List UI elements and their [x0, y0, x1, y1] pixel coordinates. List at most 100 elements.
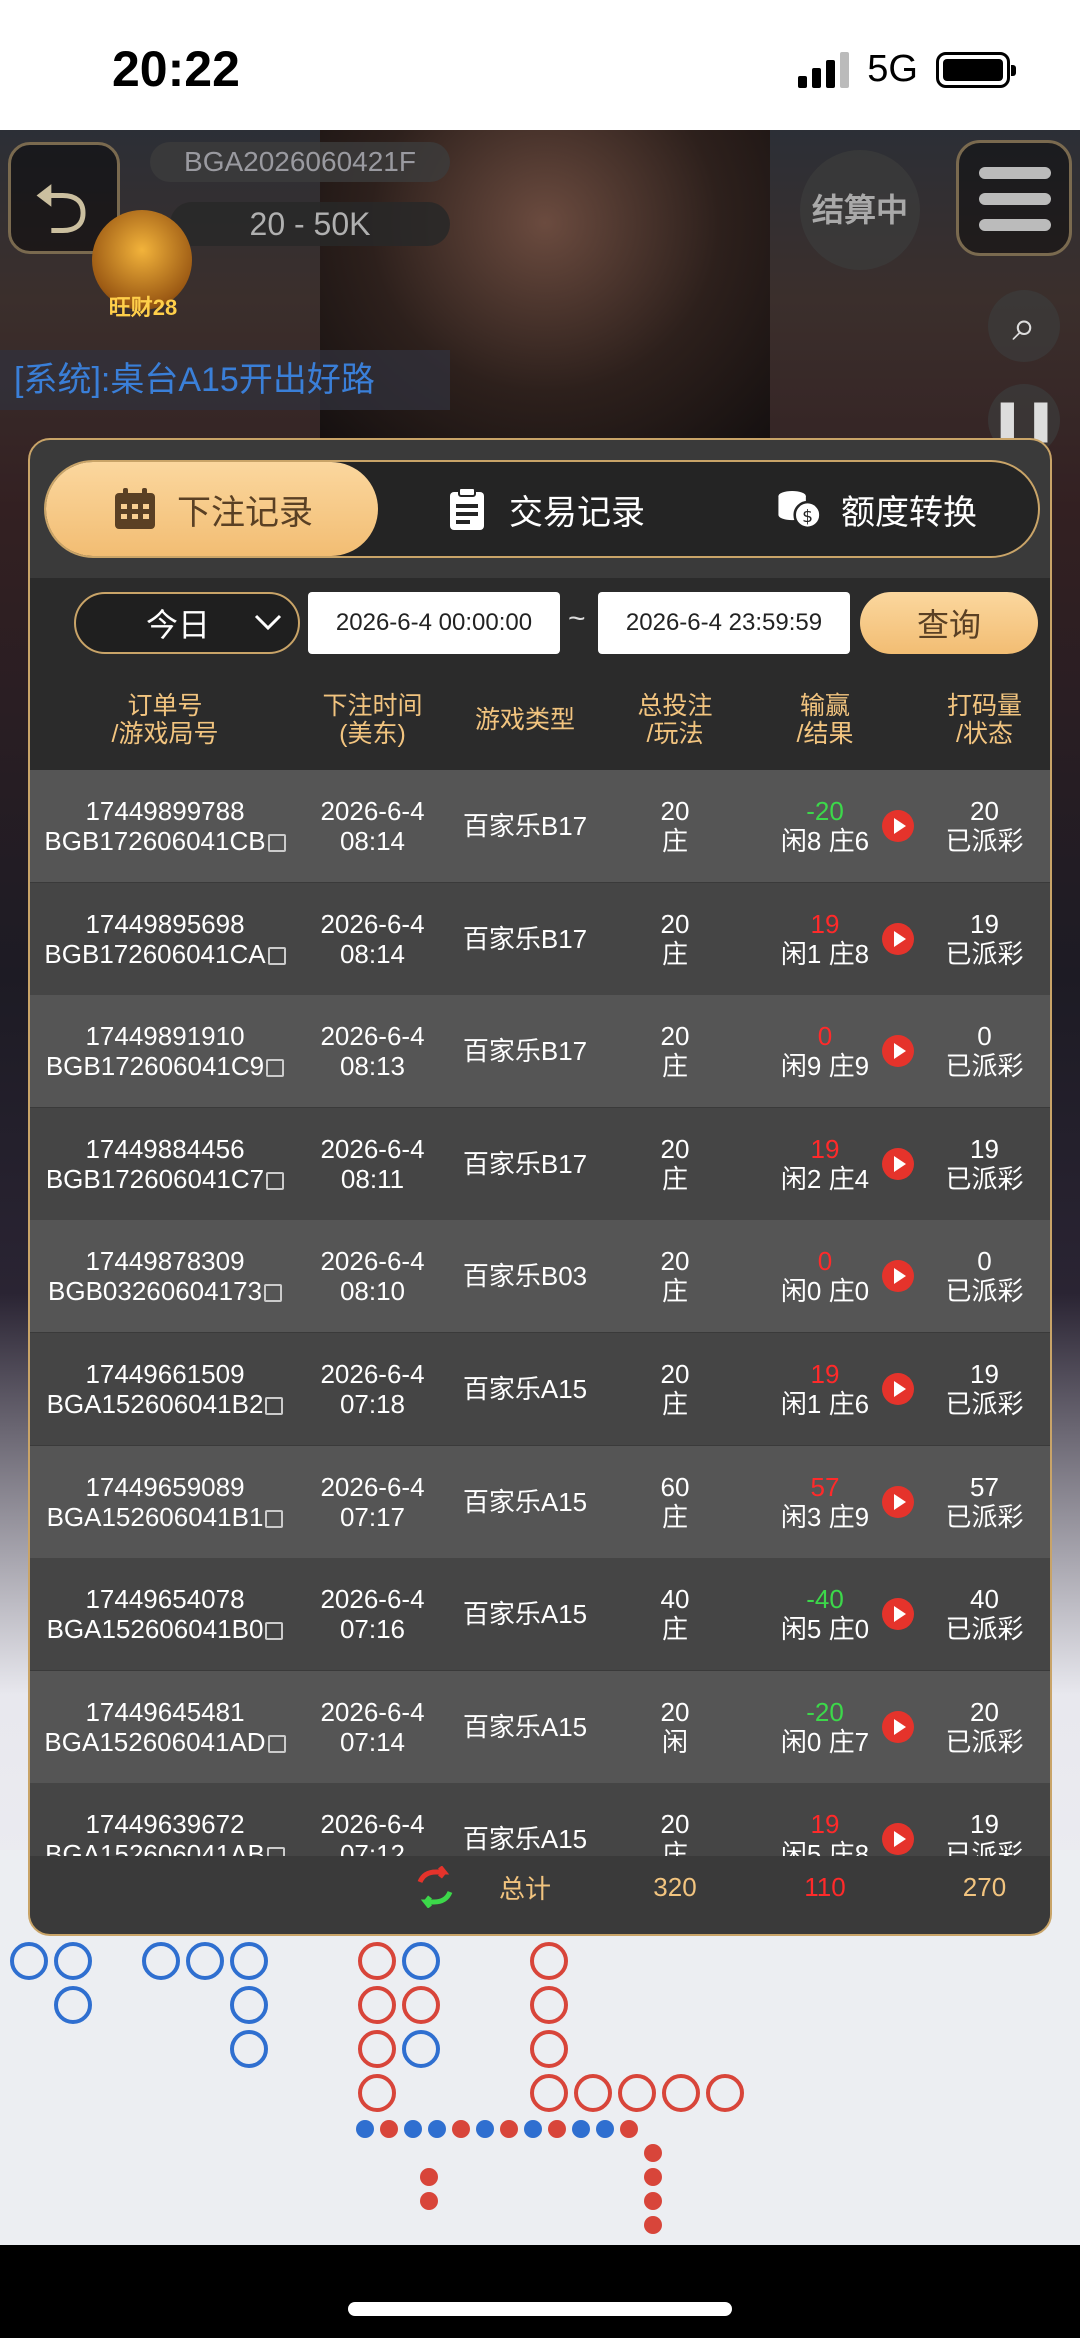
game-result: 闲2 庄4: [780, 1163, 870, 1194]
zoom-icon[interactable]: ⌕: [988, 290, 1060, 362]
road-mark: [10, 1942, 48, 1980]
payout-status: 已派彩: [945, 1163, 1024, 1194]
clipboard-icon: [443, 485, 491, 533]
copy-icon[interactable]: [266, 1171, 285, 1190]
end-date-input[interactable]: 2026-6-4 23:59:59: [598, 592, 850, 654]
road-mark: [404, 2120, 422, 2138]
game-result: 闲1 庄8: [780, 938, 870, 969]
road-mark: [230, 1942, 268, 1980]
play-replay-icon[interactable]: [882, 1823, 914, 1856]
game-type-cell: 百家乐A15: [445, 1446, 605, 1558]
bet-time-cell: 2026-6-4 08:13: [300, 995, 445, 1107]
winloss-amount: 19: [810, 1359, 840, 1389]
winloss-cell: 0 闲9 庄9: [745, 995, 905, 1107]
table-row[interactable]: 17449899788 BGB172606041CB 2026-6-4 08:14 百家…: [30, 770, 1050, 882]
bet-play: 庄: [661, 1501, 688, 1532]
bet-time-cell: 2026-6-4 08:10: [300, 1220, 445, 1332]
payout-status: 已派彩: [945, 1614, 1024, 1645]
payout-status: 已派彩: [945, 1501, 1024, 1532]
road-mark: [662, 2074, 700, 2112]
turnover-amount: 40: [970, 1584, 999, 1615]
table-row[interactable]: 17449661509 BGA152606041B2 2026-6-4 07:18 百家…: [30, 1333, 1050, 1445]
bet-time-cell: 2026-6-4 07:14: [300, 1671, 445, 1783]
tab-bar: 下注记录 交易记录 $ 额度转换: [44, 460, 1040, 558]
round-number: BGA152606041AD: [44, 1727, 286, 1757]
play-replay-icon[interactable]: [882, 810, 914, 842]
winloss-amount: -20: [806, 796, 844, 826]
order-cell: 17449899788 BGB172606041CB: [30, 770, 300, 882]
copy-icon[interactable]: [265, 1509, 284, 1528]
road-mark: [620, 2120, 638, 2138]
status-indicators: 5G: [798, 48, 1016, 91]
bet-date: 2026-6-4: [320, 1359, 425, 1389]
menu-button[interactable]: [956, 140, 1072, 256]
period-select[interactable]: 今日: [74, 592, 300, 654]
copy-icon[interactable]: [267, 946, 286, 965]
home-indicator-area: [0, 2245, 1080, 2338]
bet-cell: 20 庄: [605, 883, 745, 995]
play-replay-icon[interactable]: [882, 1260, 914, 1293]
play-replay-icon[interactable]: [882, 1147, 914, 1180]
play-replay-icon[interactable]: [882, 922, 914, 955]
copy-icon[interactable]: [267, 1734, 286, 1753]
table-row[interactable]: 17449895698 BGB172606041CA 2026-6-4 08:14 百家…: [30, 882, 1050, 995]
bet-time-cell: 2026-6-4 07:18: [300, 1333, 445, 1445]
road-mark: [618, 2074, 656, 2112]
tab-transaction-records[interactable]: 交易记录: [378, 462, 710, 556]
road-mark: [356, 2120, 374, 2138]
bet-date: 2026-6-4: [320, 1246, 425, 1277]
table-row[interactable]: 17449659089 BGA152606041B1 2026-6-4 07:17 百家…: [30, 1445, 1050, 1558]
status-bar: 20:22 5G: [0, 0, 1080, 130]
total-label: 总计: [498, 1873, 551, 1904]
copy-icon[interactable]: [265, 1397, 284, 1415]
table-row[interactable]: 17449884456 BGB172606041C7 2026-6-4 08:11 百家…: [30, 1107, 1050, 1220]
table-row[interactable]: 17449891910 BGB172606041C9 2026-6-4 08:13 百家…: [30, 995, 1050, 1108]
round-number: BGB172606041C9: [46, 1051, 285, 1081]
road-mark: [358, 1942, 396, 1980]
road-mark: [402, 1986, 440, 2024]
game-type-cell: 百家乐B17: [445, 995, 605, 1107]
table-row[interactable]: 17449654078 BGA152606041B0 2026-6-4 07:16 百家…: [30, 1558, 1050, 1671]
turnover-cell: 0 已派彩: [915, 995, 1050, 1107]
road-mark: [142, 1942, 180, 1980]
col-winloss: 输赢/结果: [796, 692, 854, 748]
copy-icon[interactable]: [267, 834, 286, 852]
play-replay-icon[interactable]: [882, 1035, 914, 1068]
total-turnover: 270: [962, 1871, 1007, 1902]
copy-icon[interactable]: [266, 1059, 285, 1078]
table-row[interactable]: 17449645481 BGA152606041AD 2026-6-4 07:14 百家…: [30, 1670, 1050, 1783]
play-replay-icon[interactable]: [882, 1373, 914, 1405]
road-mark: [358, 1986, 396, 2024]
bet-date: 2026-6-4: [320, 1584, 425, 1615]
game-type-cell: 百家乐A15: [445, 1558, 605, 1670]
query-button[interactable]: 查询: [860, 592, 1038, 654]
chevron-down-icon: [254, 614, 282, 631]
winloss-amount: 0: [817, 1246, 833, 1277]
play-replay-icon[interactable]: [882, 1710, 914, 1743]
order-number: 17449891910: [85, 1021, 245, 1052]
road-mark: [530, 2030, 568, 2068]
table-row[interactable]: 17449878309 BGB03260604173 2026-6-4 08:10 百家…: [30, 1220, 1050, 1333]
bet-cell: 20 闲: [605, 1671, 745, 1783]
home-indicator[interactable]: [348, 2302, 732, 2316]
tab-bet-records[interactable]: 下注记录: [46, 462, 378, 556]
col-game-type: 游戏类型: [474, 706, 575, 734]
copy-icon[interactable]: [263, 1284, 282, 1303]
bet-play: 庄: [661, 1389, 688, 1419]
game-type-cell: 百家乐B03: [445, 1220, 605, 1332]
winloss-cell: -20 闲0 庄7: [745, 1671, 905, 1783]
copy-icon[interactable]: [265, 1622, 284, 1641]
start-date-input[interactable]: 2026-6-4 00:00:00: [308, 592, 560, 654]
turnover-cell: 19 已派彩: [915, 1333, 1050, 1445]
round-number: BGA152606041B1: [47, 1502, 284, 1532]
bet-play: 庄: [661, 1051, 688, 1082]
play-replay-icon[interactable]: [882, 1598, 914, 1631]
filter-row: 今日 2026-6-4 00:00:00 ~ 2026-6-4 23:59:59…: [30, 578, 1050, 670]
road-mark: [574, 2074, 612, 2112]
bet-time-cell: 2026-6-4 07:16: [300, 1558, 445, 1670]
total-row: 总计 320 110 270: [30, 1856, 1050, 1918]
bet-amount: 20: [660, 1696, 690, 1727]
tab-credit-transfer[interactable]: $ 额度转换: [710, 462, 1042, 556]
play-replay-icon[interactable]: [882, 1485, 914, 1518]
order-number: 17449661509: [85, 1359, 245, 1389]
